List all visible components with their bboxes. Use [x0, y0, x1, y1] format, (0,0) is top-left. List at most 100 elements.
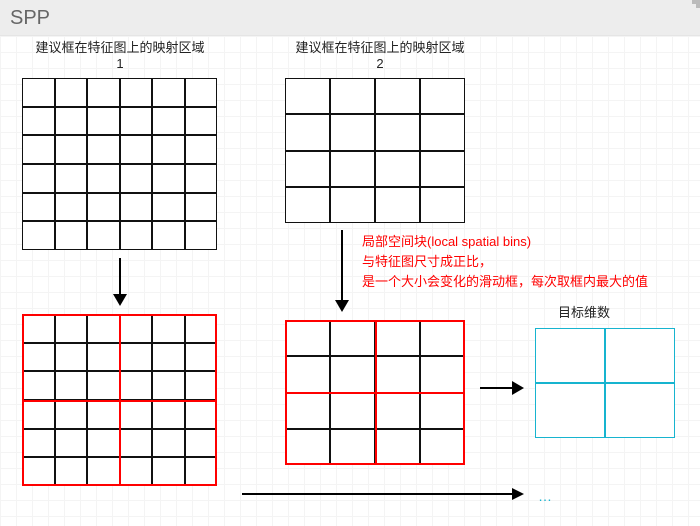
annotation-line-3: 是一个大小会变化的滑动框，每次取框内最大的值 — [362, 272, 648, 292]
grid-cell — [330, 114, 375, 150]
grid-cell — [22, 107, 55, 136]
caption-region-2: 建议框在特征图上的映射区域 2 — [280, 40, 480, 72]
grid-cell — [55, 221, 88, 250]
grid-cell — [22, 400, 55, 429]
grid-cell — [285, 151, 330, 187]
grid-cell — [185, 193, 218, 222]
grid-cell — [87, 429, 120, 458]
grid-cell — [420, 78, 465, 114]
grid-cell — [22, 221, 55, 250]
grid-cell — [420, 356, 465, 392]
grid-cell — [120, 371, 153, 400]
grid-cell — [330, 187, 375, 223]
grid-cell — [185, 429, 218, 458]
grid-cell — [22, 78, 55, 107]
grid-cell — [22, 343, 55, 372]
grid-cell — [55, 429, 88, 458]
grid-cell — [22, 193, 55, 222]
arrow-down-1-icon — [108, 256, 132, 308]
grid-cell — [185, 400, 218, 429]
grid-cell — [120, 221, 153, 250]
grid-cell — [55, 371, 88, 400]
grid-cell — [87, 371, 120, 400]
grid-cell — [22, 314, 55, 343]
grid-cell — [120, 164, 153, 193]
grid-cell — [185, 107, 218, 136]
grid-cell — [55, 343, 88, 372]
grid-cell — [152, 314, 185, 343]
grid-cell — [535, 383, 605, 438]
grid-cell — [185, 314, 218, 343]
grid-cell — [285, 393, 330, 429]
grid-cell — [330, 356, 375, 392]
grid-cell — [330, 429, 375, 465]
diagram-canvas: 建议框在特征图上的映射区域 1 建议框在特征图上的映射区域 2 局部空间块(lo… — [0, 36, 700, 526]
grid-cell — [420, 320, 465, 356]
grid-cell — [375, 429, 420, 465]
grid-cell — [185, 343, 218, 372]
grid-cell — [55, 457, 88, 486]
grid-cell — [285, 320, 330, 356]
grid-cell — [375, 151, 420, 187]
grid-cell — [87, 400, 120, 429]
grid-binned-1 — [22, 314, 217, 486]
grid-cell — [87, 164, 120, 193]
arrow-long-right-icon — [240, 484, 526, 504]
grid-cell — [375, 356, 420, 392]
grid-cell — [87, 314, 120, 343]
grid-cell — [420, 393, 465, 429]
grid-cell — [152, 400, 185, 429]
grid-cell — [375, 187, 420, 223]
grid-cell — [120, 314, 153, 343]
grid-cell — [87, 193, 120, 222]
grid-cell — [55, 400, 88, 429]
grid-target — [535, 328, 675, 438]
grid-cell — [375, 114, 420, 150]
grid-cell — [22, 135, 55, 164]
grid-cell — [330, 320, 375, 356]
annotation-line-1: 局部空间块(local spatial bins) — [362, 232, 648, 252]
grid-cell — [22, 164, 55, 193]
grid-cell — [55, 164, 88, 193]
grid-binned-2 — [285, 320, 465, 465]
grid-cell — [152, 78, 185, 107]
arrow-right-icon — [478, 376, 526, 400]
grid-cell — [285, 114, 330, 150]
grid-cell — [22, 457, 55, 486]
grid-cell — [55, 193, 88, 222]
grid-cell — [185, 221, 218, 250]
grid-cell — [330, 151, 375, 187]
grid-cell — [120, 457, 153, 486]
corner-ornament-icon — [692, 0, 700, 8]
grid-cell — [87, 457, 120, 486]
grid-cell — [285, 429, 330, 465]
grid-cell — [535, 328, 605, 383]
grid-cell — [185, 457, 218, 486]
grid-cell — [120, 135, 153, 164]
arrow-down-2-icon — [330, 228, 354, 314]
grid-cell — [120, 400, 153, 429]
grid-cell — [185, 164, 218, 193]
grid-cell — [330, 393, 375, 429]
caption-target-dim: 目标维数 — [558, 302, 610, 321]
page-title: SPP — [0, 0, 700, 36]
grid-cell — [285, 78, 330, 114]
grid-cell — [55, 314, 88, 343]
grid-cell — [375, 78, 420, 114]
grid-cell — [55, 78, 88, 107]
annotation-line-2: 与特征图尺寸成正比， — [362, 252, 648, 272]
grid-cell — [185, 135, 218, 164]
grid-cell — [152, 164, 185, 193]
grid-cell — [120, 193, 153, 222]
grid-region-1 — [22, 78, 217, 250]
grid-cell — [152, 221, 185, 250]
grid-cell — [285, 356, 330, 392]
grid-cell — [120, 78, 153, 107]
grid-cell — [152, 193, 185, 222]
grid-cell — [87, 107, 120, 136]
grid-cell — [185, 371, 218, 400]
grid-cell — [330, 78, 375, 114]
grid-cell — [87, 78, 120, 107]
grid-cell — [152, 429, 185, 458]
grid-cell — [152, 107, 185, 136]
